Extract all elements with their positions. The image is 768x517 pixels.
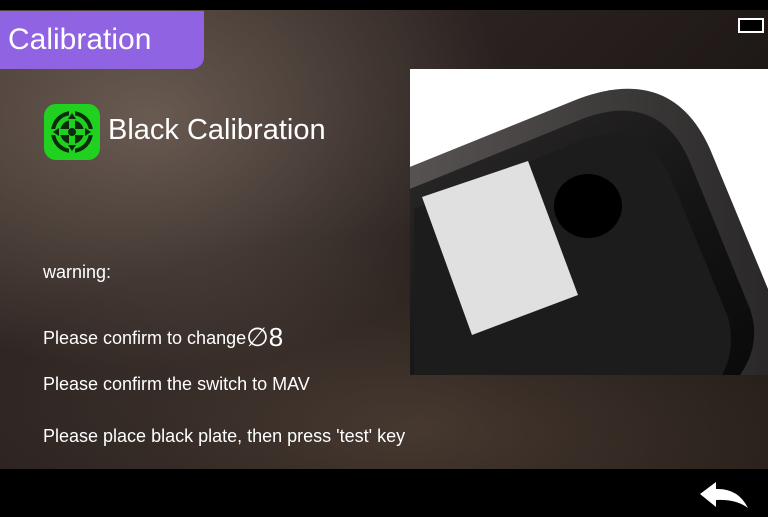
- back-arrow-icon[interactable]: [698, 480, 750, 510]
- aperture-confirm-message: Please confirm to change∅8: [43, 322, 283, 353]
- calibration-screen: Calibration Black Calibration warning: P…: [0, 0, 768, 517]
- aperture-value: ∅8: [246, 322, 284, 352]
- page-title: Calibration: [0, 11, 204, 69]
- status-bar: [0, 0, 768, 10]
- switch-confirm-message: Please confirm the switch to MAV: [43, 374, 310, 394]
- calibration-target-icon: [44, 104, 100, 160]
- warning-label: warning:: [43, 262, 112, 282]
- battery-icon: [738, 18, 764, 33]
- black-plate-image: [410, 69, 768, 375]
- aperture-confirm-text: Please confirm to change: [43, 328, 247, 348]
- calibration-heading: Black Calibration: [108, 114, 326, 146]
- bottom-bar: [0, 469, 768, 517]
- instruction-message: Please place black plate, then press 'te…: [43, 426, 406, 446]
